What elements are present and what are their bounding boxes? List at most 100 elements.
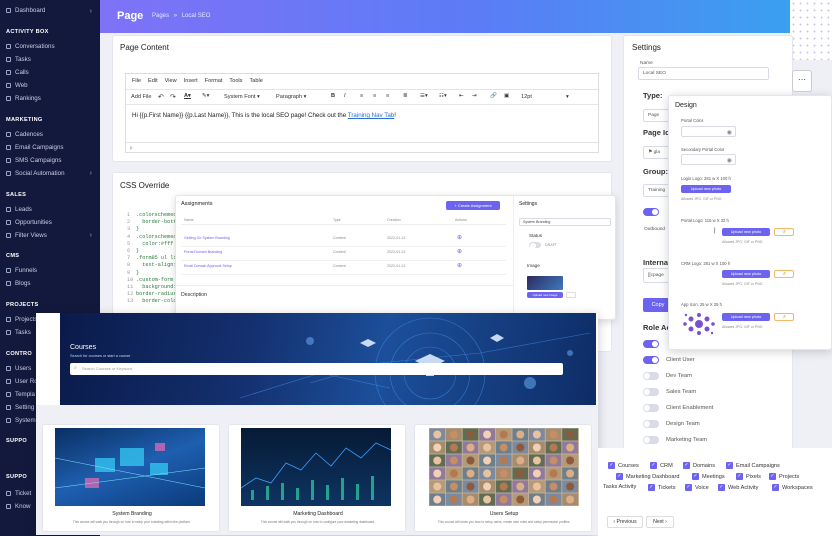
role-toggle-dev-team[interactable] [643, 372, 659, 380]
table-row[interactable]: Portal Domain Branding Content 2022-01-1… [181, 247, 506, 261]
perm-meetings[interactable]: ✓ Meetings [692, 473, 725, 480]
checkbox-icon[interactable]: ✓ [772, 484, 779, 491]
sidebar-item-blogs[interactable]: Blogs [6, 280, 30, 287]
sidebar-item-system[interactable]: System [6, 417, 36, 424]
justify-icon[interactable]: ≣ [403, 93, 408, 99]
perm-workspaces[interactable]: ✓ Workspaces [772, 484, 813, 491]
redo-icon[interactable]: ↷ [170, 93, 176, 101]
checkbox-icon[interactable]: ✓ [616, 473, 623, 480]
table-row[interactable]: Email Domain Approval Setup Content 2022… [181, 261, 506, 275]
editor-body[interactable]: Hi {{p.First Name}} {{p.Last Name}}, Thi… [132, 112, 396, 119]
secondary-color-input[interactable]: ◉ [681, 154, 736, 165]
checkbox-icon[interactable]: ✓ [650, 462, 657, 469]
checkbox-icon[interactable]: ✓ [736, 473, 743, 480]
add-file-button[interactable]: Add File [131, 94, 152, 100]
sidebar-item-user-roles[interactable]: User Ro [6, 378, 38, 385]
course-card-marketing-dashboard[interactable]: Marketing Dashboard This course will wal… [228, 424, 406, 532]
menu-table[interactable]: Table [249, 78, 262, 84]
portal-color-input[interactable]: ◉ [681, 126, 736, 137]
italic-icon[interactable]: I [344, 93, 346, 99]
bullet-list-icon[interactable]: ☰▾ [420, 93, 428, 99]
assignment-name-input[interactable]: System Branding [519, 218, 611, 226]
status-toggle[interactable] [529, 242, 541, 249]
color-picker-icon[interactable]: ◉ [727, 157, 732, 164]
row-action-icon[interactable]: ⊕ [457, 234, 462, 241]
perm-voice[interactable]: ✓ Voice [685, 484, 709, 491]
numbered-list-icon[interactable]: ☷▾ [439, 93, 447, 99]
perm-marketing-dashboard[interactable]: ✓ Marketing Dashboard [616, 473, 679, 480]
color-picker-icon[interactable]: ◉ [727, 129, 732, 136]
new-tab-toggle[interactable] [643, 208, 659, 216]
sidebar-item-templates[interactable]: Templa [6, 391, 35, 398]
create-assignment-button[interactable]: + Create Assignment [446, 201, 500, 210]
chevron-down-icon[interactable]: ▾ [566, 94, 569, 100]
highlight-icon[interactable]: ✎▾ [202, 93, 210, 99]
sidebar-item-knowledge[interactable]: Know [6, 503, 30, 510]
app-icon-upload-button[interactable]: Upload new photo [722, 313, 770, 321]
role-toggle-marketing-team[interactable] [643, 436, 659, 444]
reset-icon[interactable]: ↺ [774, 313, 794, 321]
checkbox-icon[interactable]: ✓ [769, 473, 776, 480]
sidebar-item-sms-campaigns[interactable]: SMS Campaigns [6, 157, 61, 164]
sidebar-item-users[interactable]: Users [6, 365, 31, 372]
menu-edit[interactable]: Edit [148, 78, 158, 84]
sidebar-item-web[interactable]: Web [6, 82, 28, 89]
sidebar-item-project-tasks[interactable]: Tasks [6, 329, 31, 336]
menu-view[interactable]: View [165, 78, 177, 84]
perm-tasks-activity[interactable]: Tasks Activity [603, 484, 636, 490]
course-card-users-setup[interactable]: Users Setup This course will show you ho… [414, 424, 592, 532]
sidebar-item-tasks[interactable]: Tasks [6, 56, 31, 63]
upload-image-button[interactable]: Upload new image [527, 292, 563, 298]
name-input[interactable]: Local SEO [638, 67, 769, 80]
sidebar-item-dashboard[interactable]: Dashboard [6, 7, 45, 14]
perm-domains[interactable]: ✓ Domains [683, 462, 715, 469]
row-action-icon[interactable]: ⊕ [457, 248, 462, 255]
more-options-icon[interactable]: ⋯ [792, 70, 812, 92]
checkbox-icon[interactable]: ✓ [683, 462, 690, 469]
text-color-icon[interactable]: A▾ [184, 93, 191, 99]
row-action-icon[interactable]: ⊕ [457, 262, 462, 269]
sidebar-item-filter-views[interactable]: Filter Views [6, 232, 47, 239]
sidebar-item-calls[interactable]: Calls [6, 69, 29, 76]
sidebar-item-leads[interactable]: Leads [6, 206, 32, 213]
menu-file[interactable]: File [132, 78, 141, 84]
sidebar-item-social-automation[interactable]: Social Automation [6, 170, 65, 177]
sidebar-item-opportunities[interactable]: Opportunities [6, 219, 52, 226]
block-format-select[interactable]: Paragraph ▾ [276, 94, 307, 100]
bold-icon[interactable]: B [331, 93, 335, 99]
table-row[interactable]: Getting Go System Branding Content 2022-… [181, 233, 506, 247]
checkbox-icon[interactable]: ✓ [718, 484, 725, 491]
role-toggle-client-user[interactable] [643, 356, 659, 364]
undo-icon[interactable]: ↶ [158, 93, 164, 101]
course-card-system-branding[interactable]: System Branding This course will walk yo… [42, 424, 220, 532]
role-toggle-client-enablement[interactable] [643, 404, 659, 412]
menu-format[interactable]: Format [205, 78, 223, 84]
outdent-icon[interactable]: ⇤ [459, 93, 464, 99]
perm-pixels[interactable]: ✓ Pixels [736, 473, 761, 480]
courses-search-input[interactable]: ⌕ Search Courses or Keyword [70, 363, 563, 375]
sidebar-item-email-campaigns[interactable]: Email Campaigns [6, 144, 64, 151]
font-family-select[interactable]: System Font ▾ [224, 94, 260, 100]
perm-email-campaigns[interactable]: ✓ Email Campaigns [726, 462, 780, 469]
checkbox-icon[interactable]: ✓ [608, 462, 615, 469]
align-right-icon[interactable]: ≡ [386, 93, 389, 99]
indent-icon[interactable]: ⇥ [472, 93, 477, 99]
sidebar-item-conversations[interactable]: Conversations [6, 43, 55, 50]
sidebar-item-rankings[interactable]: Rankings [6, 95, 41, 102]
image-icon[interactable]: ▣ [504, 93, 509, 99]
align-center-icon[interactable]: ≡ [373, 93, 376, 99]
breadcrumb-pages[interactable]: Pages [152, 13, 169, 19]
menu-tools[interactable]: Tools [229, 78, 242, 84]
font-size-select[interactable]: 12pt [521, 94, 532, 100]
perm-tickets[interactable]: ✓ Tickets [648, 484, 676, 491]
role-toggle-hidden[interactable] [643, 340, 659, 348]
login-logo-upload-button[interactable]: Upload new photo [681, 185, 731, 193]
checkbox-icon[interactable]: ✓ [685, 484, 692, 491]
sidebar-item-cadences[interactable]: Cadences [6, 131, 43, 138]
crm-logo-upload-button[interactable]: Upload new photo [722, 270, 770, 278]
portal-logo-upload-button[interactable]: Upload new photo [722, 228, 770, 236]
sidebar-item-funnels[interactable]: Funnels [6, 267, 37, 274]
previous-button[interactable]: ‹ Previous [607, 516, 643, 528]
link-icon[interactable]: 🔗 [490, 93, 497, 99]
role-toggle-design-team[interactable] [643, 420, 659, 428]
